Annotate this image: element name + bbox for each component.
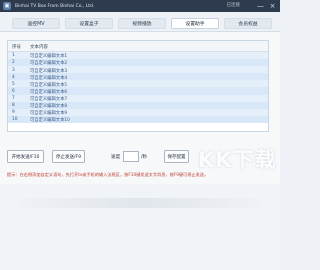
table-body: 1 可自定义编辑文本1 2 可自定义编辑文本2 3 可自定义编辑文本3 4 可自定义编辑…	[8, 52, 268, 131]
table-row[interactable]: 9 可自定义编辑文本9	[8, 108, 268, 116]
row-index: 5	[12, 81, 15, 87]
table-row[interactable]: 6 可自定义编辑文本6	[8, 87, 268, 95]
tab-box-settings[interactable]: 设置盒子	[65, 18, 113, 29]
footer-area	[0, 184, 280, 270]
row-index: 8	[12, 103, 15, 109]
table-row[interactable]: 7 可自定义编辑文本7	[8, 94, 268, 102]
table-header: 序号 文本内容	[8, 41, 268, 52]
row-index: 2	[12, 60, 15, 66]
speed-input[interactable]	[123, 151, 139, 162]
row-index: 9	[12, 110, 15, 116]
app-window: ▣ Binhai TV Box From Binhai Co., Ltd. 已连…	[0, 0, 280, 270]
save-config-button[interactable]: 保存配置	[164, 150, 189, 163]
tab-bar: 遥控MV 设置盒子 视频播放 设置助手 会员权益	[0, 12, 280, 32]
minimize-button[interactable]: —	[256, 1, 265, 10]
row-index: 7	[12, 95, 15, 101]
connection-status: 已连接	[226, 3, 241, 8]
window-title: Binhai TV Box From Binhai Co., Ltd.	[15, 3, 95, 9]
tab-video-play[interactable]: 视频播放	[118, 18, 166, 29]
row-index: 3	[12, 67, 15, 73]
table-row[interactable]: 10 可自定义编辑文本10	[8, 115, 268, 124]
start-send-button[interactable]: 开始发送/F10	[7, 150, 44, 163]
watermark: KK下载	[198, 148, 277, 172]
table-row[interactable]: 5 可自定义编辑文本5	[8, 80, 268, 88]
text-table: 序号 文本内容 1 可自定义编辑文本1 2 可自定义编辑文本2 3 可自定义编辑文本3…	[7, 40, 269, 132]
table-row[interactable]: 2 可自定义编辑文本2	[8, 59, 268, 66]
table-row[interactable]: 3 可自定义编辑文本3	[8, 66, 268, 74]
blurred-region	[20, 198, 260, 208]
table-row[interactable]: 8 可自定义编辑文本8	[8, 101, 268, 109]
speed-label: 速度	[111, 155, 121, 160]
table-row[interactable]: 4 可自定义编辑文本4	[8, 73, 268, 81]
title-bar: ▣ Binhai TV Box From Binhai Co., Ltd. 已连…	[0, 0, 280, 12]
tab-remote-mv[interactable]: 遥控MV	[12, 18, 60, 29]
speed-unit-label: /秒	[141, 155, 148, 160]
row-index: 10	[12, 117, 18, 123]
tab-member-benefits[interactable]: 会员权益	[224, 18, 272, 29]
app-logo-icon: ▣	[3, 2, 11, 10]
row-text: 可自定义编辑文本10	[30, 118, 70, 124]
table-row[interactable]: 1 可自定义编辑文本1	[8, 52, 268, 59]
close-button[interactable]: ×	[268, 1, 277, 10]
tab-settings-assistant[interactable]: 设置助手	[171, 18, 219, 29]
row-index: 1	[12, 53, 15, 59]
header-index: 序号	[12, 45, 21, 50]
row-index: 6	[12, 88, 15, 94]
header-content: 文本内容	[30, 45, 48, 50]
row-index: 4	[12, 74, 15, 80]
stop-send-button[interactable]: 停止发送/F9	[52, 150, 85, 163]
